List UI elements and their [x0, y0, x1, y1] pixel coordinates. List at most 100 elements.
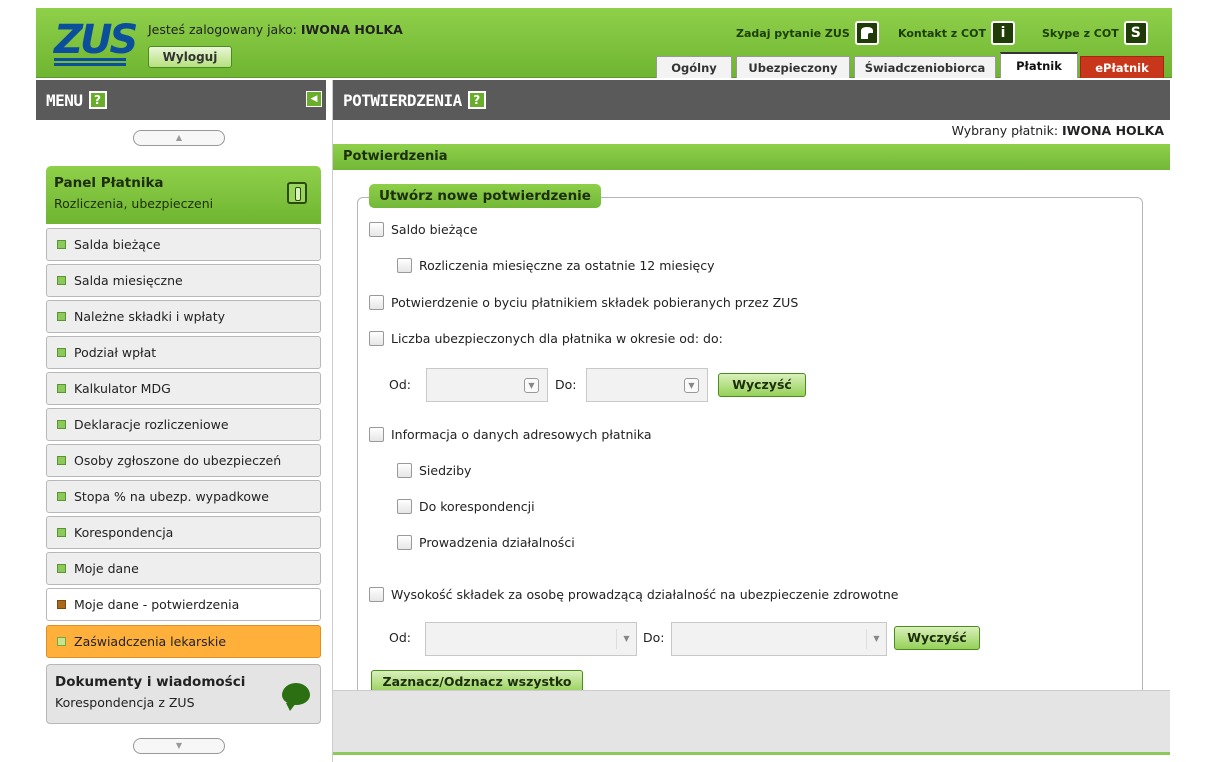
select-all-button[interactable]: Zaznacz/Odznacz wszystko [371, 670, 583, 690]
do-label-2: Do: [643, 630, 665, 645]
liczba-checkbox[interactable] [369, 331, 384, 346]
bullet-icon [57, 600, 66, 609]
sidebar-item-deklaracje[interactable]: Deklaracje rozliczeniowe [46, 408, 321, 441]
footer-line [333, 752, 1171, 755]
info-icon: i [990, 21, 1015, 45]
chevron-down-icon: ▼ [616, 629, 636, 649]
bullet-icon [57, 492, 66, 501]
bullet-icon [57, 312, 66, 321]
dzialalnosci-label: Prowadzenia działalności [419, 535, 575, 550]
main-content: POTWIERDZENIA ? Wybrany płatnik: IWONA H… [332, 80, 1171, 762]
speech-bubble-icon [282, 683, 310, 711]
option-dzialalnosci: Prowadzenia działalności [397, 535, 575, 550]
panel-platnika-header[interactable]: Panel Płatnika Rozliczenia, ubezpieczeni [46, 166, 321, 224]
sidebar-item-nalezne-skladki[interactable]: Należne składki i wpłaty [46, 300, 321, 333]
page-help-icon[interactable]: ? [467, 91, 486, 109]
sidebar-item-label: Stopa % na ubezp. wypadkowe [74, 489, 269, 504]
wysokosc-checkbox[interactable] [369, 587, 384, 602]
sidebar-item-korespondencja[interactable]: Korespondencja [46, 516, 321, 549]
dokumenty-wiadomosci-header[interactable]: Dokumenty i wiadomości Korespondencja z … [46, 664, 321, 724]
option-liczba-ubezpieczonych: Liczba ubezpieczonych dla płatnika w okr… [369, 331, 723, 346]
sidebar-item-salda-biezace[interactable]: Salda bieżące [46, 228, 321, 261]
sidebar-item-label: Należne składki i wpłaty [74, 309, 226, 324]
option-wysokosc-skladek: Wysokość składek za osobę prowadzącą dzi… [369, 587, 898, 602]
clear-dates-button[interactable]: Wyczyść [718, 373, 806, 397]
do-select-2[interactable]: ▼ [671, 622, 887, 656]
od-date-select[interactable]: ▼ [426, 368, 548, 402]
bullet-icon [57, 564, 66, 573]
siedziby-checkbox[interactable] [397, 463, 412, 478]
skype-cot-label: Skype z COT [1042, 26, 1119, 40]
option-rozliczenia: Rozliczenia miesięczne za ostatnie 12 mi… [397, 258, 715, 273]
selected-payer: Wybrany płatnik: IWONA HOLKA [952, 123, 1164, 138]
sidebar-item-label: Kalkulator MDG [74, 381, 171, 396]
menu-help-icon[interactable]: ? [88, 91, 107, 109]
korespondencji-checkbox[interactable] [397, 499, 412, 514]
adres-label: Informacja o danych adresowych płatnika [391, 427, 652, 442]
saldo-label: Saldo bieżące [391, 222, 478, 237]
korespondencji-label: Do korespondencji [419, 499, 535, 514]
tab-ubezpieczony[interactable]: Ubezpieczony [736, 56, 850, 78]
sidebar-menu: MENU ? ◀ ▲ Panel Płatnika Rozliczenia, u… [36, 80, 326, 762]
tab-swiadczeniobiorca[interactable]: Świadczeniobiorca [854, 56, 996, 78]
bullet-icon [57, 276, 66, 285]
sidebar-item-label: Podział wpłat [74, 345, 157, 360]
sidebar-item-osoby-zgloszone[interactable]: Osoby zgłoszone do ubezpieczeń [46, 444, 321, 477]
bullet-icon [57, 348, 66, 357]
sidebar-item-stopa-wypadkowe[interactable]: Stopa % na ubezp. wypadkowe [46, 480, 321, 513]
adres-checkbox[interactable] [369, 427, 384, 442]
tab-platnik[interactable]: Płatnik [1000, 52, 1078, 78]
logged-in-label: Jesteś zalogowany jako: [148, 22, 297, 37]
od-select-2[interactable]: ▼ [425, 622, 637, 656]
main-header: POTWIERDZENIA ? [333, 80, 1170, 120]
skype-cot-link[interactable]: Skype z COT S [1042, 20, 1148, 46]
chevron-down-icon: ▼ [866, 629, 886, 649]
logout-button[interactable]: Wyloguj [148, 46, 232, 68]
collapse-menu-icon[interactable]: ◀ [306, 91, 322, 107]
menu-title: MENU [46, 90, 83, 110]
sidebar-item-kalkulator-mdg[interactable]: Kalkulator MDG [46, 372, 321, 405]
tab-eplatnik[interactable]: ePłatnik [1080, 56, 1164, 78]
saldo-checkbox[interactable] [369, 222, 384, 237]
contact-cot-link[interactable]: Kontakt z COT i [898, 20, 1015, 46]
tab-ogolny[interactable]: Ogólny [656, 56, 732, 78]
page-title: POTWIERDZENIA [343, 90, 462, 110]
docs-subtitle: Korespondencja z ZUS [55, 695, 195, 710]
option-korespondencji: Do korespondencji [397, 499, 535, 514]
logged-in-info: Jesteś zalogowany jako: IWONA HOLKA [148, 22, 403, 37]
menu-scroll-up-button[interactable]: ▲ [133, 130, 225, 146]
ask-zus-link[interactable]: Zadaj pytanie ZUS [736, 20, 879, 46]
do-label: Do: [555, 377, 577, 392]
panel-title: Panel Płatnika [54, 175, 164, 191]
form-scroll-area[interactable]: Utwórz nowe potwierdzenie Saldo bieżące … [333, 170, 1171, 690]
zus-logo[interactable]: ZUS [54, 20, 138, 68]
sidebar-item-moje-dane-potwierdzenia[interactable]: Moje dane - potwierdzenia [46, 588, 321, 621]
dzialalnosci-checkbox[interactable] [397, 535, 412, 550]
menu-scroll-down-button[interactable]: ▼ [133, 738, 225, 754]
option-siedziby: Siedziby [397, 463, 471, 478]
option-adres: Informacja o danych adresowych płatnika [369, 427, 652, 442]
skype-icon: S [1123, 21, 1148, 45]
sidebar-item-zaswiadczenia-lekarskie[interactable]: Zaświadczenia lekarskie [46, 625, 321, 658]
user-name: IWONA HOLKA [300, 22, 403, 37]
od-label: Od: [389, 377, 411, 392]
chevron-down-icon: ▼ [524, 378, 539, 393]
sidebar-item-label: Moje dane - potwierdzenia [74, 597, 240, 612]
od-label-2: Od: [389, 630, 411, 645]
platnik-label: Potwierdzenie o byciu płatnikiem składek… [391, 295, 799, 310]
platnik-checkbox[interactable] [369, 295, 384, 310]
sidebar-item-podzial-wplat[interactable]: Podział wpłat [46, 336, 321, 369]
bullet-icon [57, 528, 66, 537]
sidebar-item-salda-miesieczne[interactable]: Salda miesięczne [46, 264, 321, 297]
option-saldo-biezace: Saldo bieżące [369, 222, 478, 237]
panel-subtitle: Rozliczenia, ubezpieczeni [54, 196, 214, 211]
do-date-select[interactable]: ▼ [586, 368, 708, 402]
clear-amounts-button[interactable]: Wyczyść [894, 626, 980, 650]
sidebar-item-moje-dane[interactable]: Moje dane [46, 552, 321, 585]
section-title: Potwierdzenia [333, 144, 1171, 170]
form-footer [333, 690, 1171, 752]
option-platnik: Potwierdzenie o byciu płatnikiem składek… [369, 295, 798, 310]
binder-icon [287, 182, 307, 204]
right-gutter [1170, 80, 1215, 762]
rozliczenia-checkbox[interactable] [397, 258, 412, 273]
